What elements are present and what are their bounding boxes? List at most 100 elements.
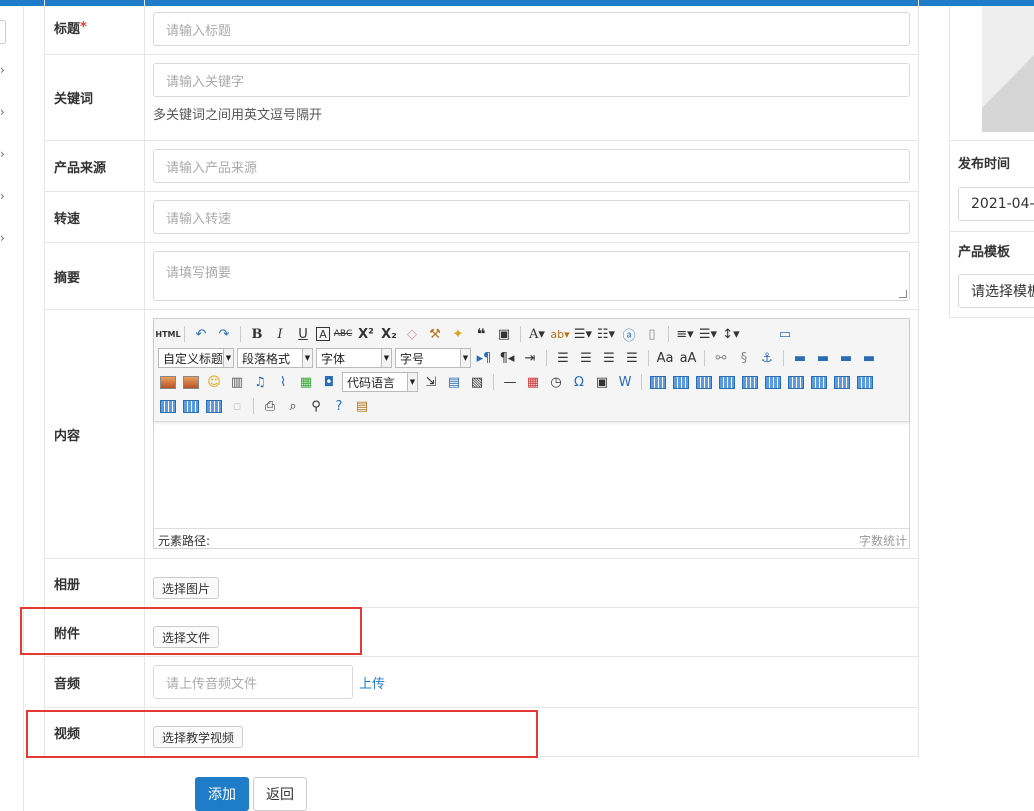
merge-down-icon[interactable] [855, 372, 875, 392]
split-to-cells-icon[interactable] [158, 396, 178, 416]
image-float-right-icon[interactable]: ▬ [836, 348, 856, 368]
delete-col-icon[interactable] [786, 372, 806, 392]
lowercase-icon[interactable]: aA [678, 348, 698, 368]
uppercase-icon[interactable]: Aa [655, 348, 675, 368]
chevron-right-icon[interactable]: › [0, 64, 8, 76]
insert-col-icon[interactable] [763, 372, 783, 392]
eraser-icon[interactable]: ◇ [402, 324, 422, 344]
ordered-list-icon[interactable]: ☰▾ [573, 324, 593, 344]
speed-input[interactable]: 请输入转速 [153, 200, 910, 234]
template-icon[interactable]: ▤ [444, 372, 464, 392]
publish-time-input[interactable]: 2021-04- [958, 187, 1034, 221]
title-input[interactable]: 请输入标题 [153, 12, 910, 46]
highlight-icon[interactable]: ab▾ [550, 324, 570, 344]
indent-icon[interactable]: ⇥ [520, 348, 540, 368]
insert-paragraph-before-table-icon[interactable] [694, 372, 714, 392]
split-to-rows-icon[interactable] [181, 396, 201, 416]
simple-upload-icon[interactable] [158, 372, 178, 392]
line-height-icon[interactable]: ↕▾ [721, 324, 741, 344]
add-button[interactable]: 添加 [195, 777, 249, 811]
paragraph-spacing-icon[interactable]: ☰▾ [698, 324, 718, 344]
background-icon[interactable]: ▧ [467, 372, 487, 392]
template-select[interactable]: 请选择模板 [958, 274, 1034, 308]
align-center-icon[interactable]: ☰ [576, 348, 596, 368]
preview-icon[interactable]: ⌕ [283, 396, 303, 416]
chevron-right-icon[interactable]: › [0, 148, 8, 160]
image-float-none-icon[interactable]: ▬ [790, 348, 810, 368]
font-border-icon[interactable]: A [316, 327, 330, 341]
unlink-icon[interactable]: § [734, 348, 754, 368]
paste-text-icon[interactable]: ▣ [494, 324, 514, 344]
chevron-right-icon[interactable]: › [0, 190, 8, 202]
align-right-icon[interactable]: ☰ [599, 348, 619, 368]
superscript-icon[interactable]: X² [356, 324, 376, 344]
search-replace-icon[interactable]: ⚲ [306, 396, 326, 416]
print-icon[interactable]: ⎙ [260, 396, 280, 416]
horizontal-rule-icon[interactable]: — [500, 372, 520, 392]
page-break-icon[interactable]: ⇲ [421, 372, 441, 392]
chart-icon[interactable]: ▫ [227, 396, 247, 416]
time-icon[interactable]: ◷ [546, 372, 566, 392]
select-image-button[interactable]: 选择图片 [153, 577, 220, 599]
split-to-cols-icon[interactable] [204, 396, 224, 416]
italic-icon[interactable]: I [270, 324, 290, 344]
fullscreen-icon[interactable]: ▭ [775, 324, 795, 344]
video-icon[interactable]: ▥ [227, 372, 247, 392]
align-justify-icon[interactable]: ☰ [622, 348, 642, 368]
rtl-icon[interactable]: ¶◂ [497, 348, 517, 368]
align-left-icon[interactable]: ☰ [553, 348, 573, 368]
delete-row-icon[interactable] [740, 372, 760, 392]
ltr-icon[interactable]: ▸¶ [474, 348, 494, 368]
chevron-right-icon[interactable]: › [0, 106, 8, 118]
music-icon[interactable]: ♫ [250, 372, 270, 392]
insert-frame-icon[interactable]: ◘ [319, 372, 339, 392]
row-spacing-icon[interactable]: ≡▾ [675, 324, 695, 344]
image-float-left-icon[interactable]: ▬ [813, 348, 833, 368]
merge-cells-icon[interactable] [809, 372, 829, 392]
unordered-list-icon[interactable]: ☷▾ [596, 324, 616, 344]
link-icon[interactable]: ⚯ [711, 348, 731, 368]
back-button[interactable]: 返回 [253, 777, 307, 811]
delete-table-icon[interactable] [671, 372, 691, 392]
help-icon[interactable]: ? [329, 396, 349, 416]
special-char-icon[interactable]: Ω [569, 372, 589, 392]
subscript-icon[interactable]: X₂ [379, 324, 399, 344]
keywords-input[interactable]: 请输入关键字 [153, 63, 910, 97]
custom-title-select[interactable]: 自定义标题 ▼ [158, 348, 234, 368]
source-input[interactable]: 请输入产品来源 [153, 149, 910, 183]
summary-textarea[interactable]: 请填写摘要 [153, 251, 910, 301]
bold-icon[interactable]: B [247, 324, 267, 344]
attachment-icon[interactable]: ⌇ [273, 372, 293, 392]
chevron-right-icon[interactable]: › [0, 232, 8, 244]
sidebar-search-box[interactable] [0, 20, 6, 44]
date-icon[interactable]: ▦ [523, 372, 543, 392]
resize-handle-icon[interactable] [899, 290, 907, 298]
font-color-icon[interactable]: A▾ [527, 324, 547, 344]
snapscreen-icon[interactable]: ▣ [592, 372, 612, 392]
underline-icon[interactable]: U [293, 324, 313, 344]
map-icon[interactable]: ▦ [296, 372, 316, 392]
emotion-icon[interactable]: ☺ [204, 372, 224, 392]
magic-icon[interactable]: ✦ [448, 324, 468, 344]
paragraph-select[interactable]: 段落格式 ▼ [237, 348, 313, 368]
drafts-icon[interactable]: ▤ [352, 396, 372, 416]
undo-icon[interactable]: ↶ [191, 324, 211, 344]
audio-upload-link[interactable]: 上传 [359, 673, 385, 692]
audio-input[interactable]: 请上传音频文件 [153, 665, 353, 699]
image-center-icon[interactable]: ▬ [859, 348, 879, 368]
insert-image-icon[interactable] [181, 372, 201, 392]
clear-doc-icon[interactable]: ▯ [642, 324, 662, 344]
select-all-icon[interactable]: ⓐ [619, 324, 639, 344]
insert-row-icon[interactable] [717, 372, 737, 392]
rich-text-editor[interactable]: HTML ↶ ↷ B I U A ABC X² X₂ ◇ ⚒ ✦ ❝ ▣ A▾ … [153, 318, 910, 549]
anchor-icon[interactable]: ⚓ [757, 348, 777, 368]
insert-table-icon[interactable] [648, 372, 668, 392]
html-source-icon[interactable]: HTML [155, 324, 180, 344]
font-select[interactable]: 字体 ▼ [316, 348, 392, 368]
format-brush-icon[interactable]: ⚒ [425, 324, 445, 344]
code-language-select[interactable]: 代码语言 ▼ [342, 372, 418, 392]
word-image-icon[interactable]: W [615, 372, 635, 392]
quote-icon[interactable]: ❝ [471, 324, 491, 344]
redo-icon[interactable]: ↷ [214, 324, 234, 344]
strikethrough-icon[interactable]: ABC [333, 324, 353, 344]
